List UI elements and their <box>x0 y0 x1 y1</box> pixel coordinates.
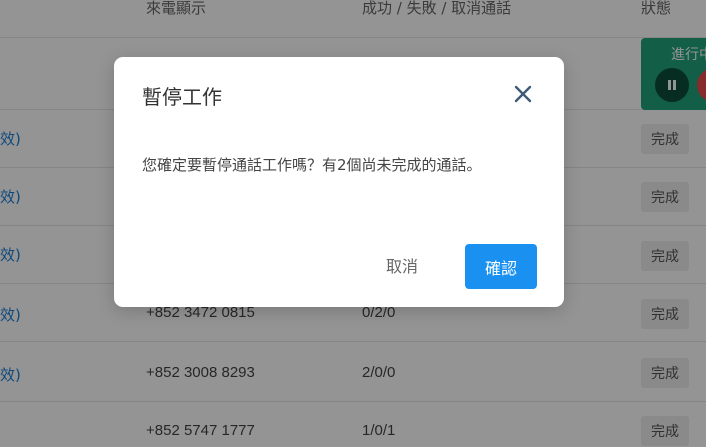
confirm-button[interactable]: 確認 <box>465 244 537 289</box>
close-button[interactable] <box>510 81 536 107</box>
pause-job-dialog: 暫停工作 您確定要暫停通話工作嗎？有2個尚未完成的通話。 取消 確認 <box>114 57 564 307</box>
dialog-message: 您確定要暫停通話工作嗎？有2個尚未完成的通話。 <box>142 156 482 174</box>
dialog-title: 暫停工作 <box>142 85 222 109</box>
close-icon <box>514 85 532 103</box>
cancel-button[interactable]: 取消 <box>370 253 434 277</box>
